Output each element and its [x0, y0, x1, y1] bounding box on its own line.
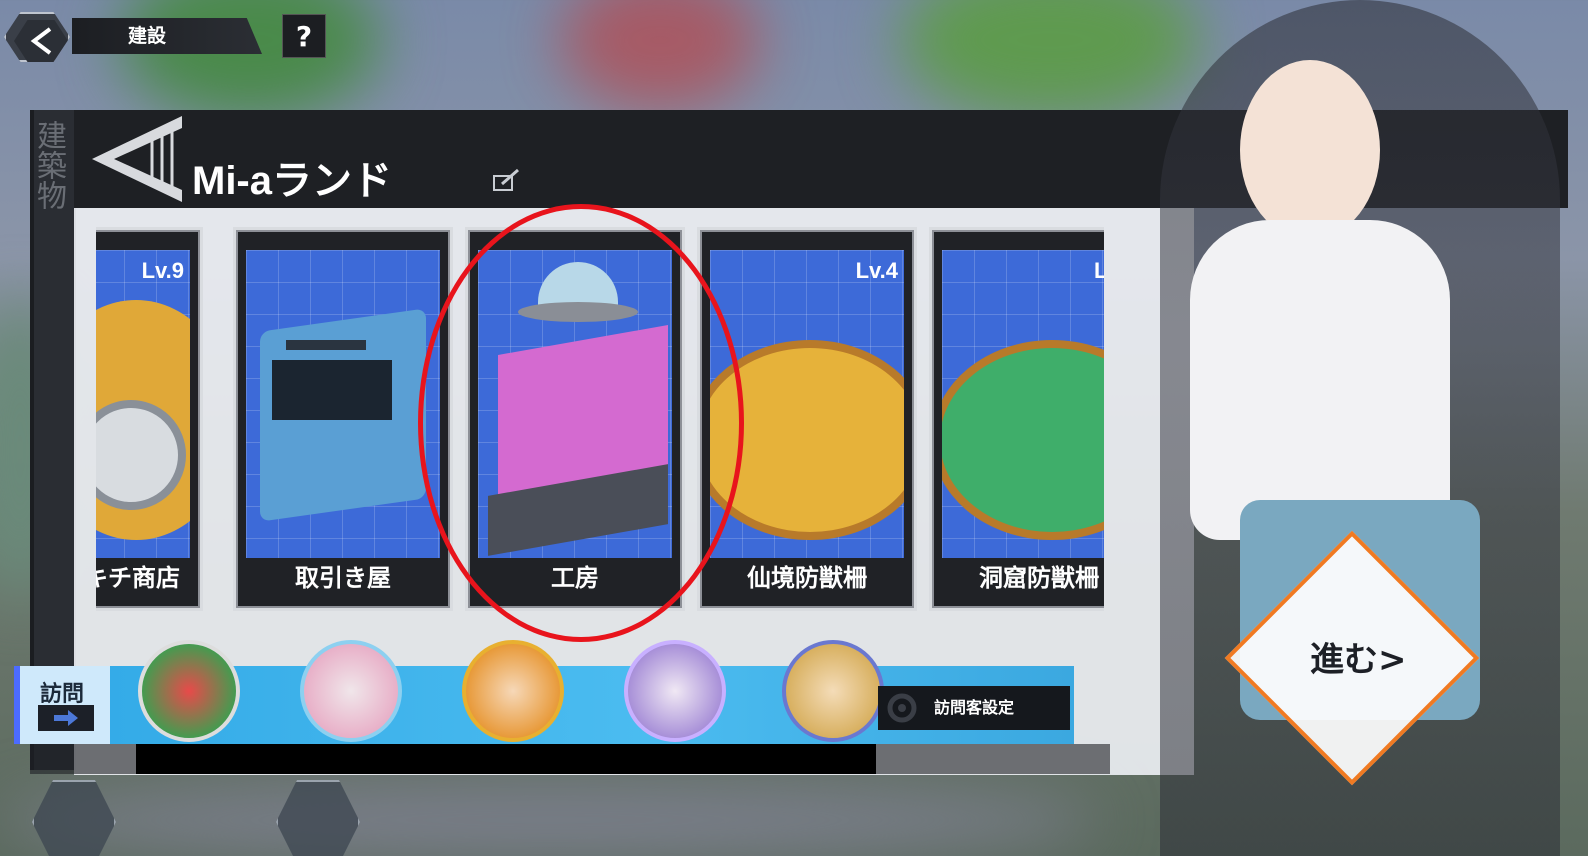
visitor-avatar[interactable] [624, 640, 726, 742]
visit-bar-shadow [136, 744, 876, 774]
help-icon: ? [295, 19, 313, 53]
building-label: キチ商店 [96, 564, 180, 592]
building-art [942, 250, 1104, 558]
bg-decor [560, 0, 760, 110]
character-face [1240, 60, 1380, 240]
back-button[interactable] [4, 12, 70, 62]
page-title: 建設 [72, 18, 262, 54]
visitor-avatar[interactable] [782, 640, 884, 742]
building-art [96, 250, 190, 558]
visitor-avatar[interactable] [300, 640, 402, 742]
back-arrow-icon [14, 20, 68, 62]
building-label: 仙境防獣柵 [747, 564, 867, 592]
proceed-label: 進む> [1310, 640, 1407, 680]
visitor-avatar[interactable] [462, 640, 564, 742]
land-name: Mi-aランド [192, 159, 392, 203]
building-art [246, 250, 440, 558]
building-label: 洞窟防獣柵 [979, 564, 1099, 592]
edit-icon[interactable] [492, 168, 520, 192]
visit-label: 訪問 [40, 682, 85, 707]
building-level: Lv.4 [855, 258, 898, 283]
gift-icon[interactable] [32, 780, 116, 856]
visitor-avatar[interactable] [138, 640, 240, 742]
truck-windshield [272, 360, 392, 420]
gear-icon [887, 693, 917, 723]
building-level: Lv.9 [141, 258, 184, 283]
highlight-circle [418, 204, 744, 642]
building-card[interactable]: Lv 洞窟防獣柵 [932, 230, 1104, 608]
land-logo-icon [92, 116, 182, 202]
bg-ground [0, 780, 1100, 856]
character-body [1190, 220, 1450, 540]
visit-button[interactable] [38, 705, 94, 731]
help-button[interactable]: ? [282, 14, 326, 58]
truck-lights [286, 340, 366, 350]
cave-fence-illustration [942, 340, 1104, 540]
arrow-right-icon [54, 710, 78, 726]
building-card[interactable]: Lv.9 キチ商店 [96, 230, 200, 608]
top-bar: 建設 ? [0, 8, 330, 62]
building-label: 取引き屋 [295, 564, 391, 592]
